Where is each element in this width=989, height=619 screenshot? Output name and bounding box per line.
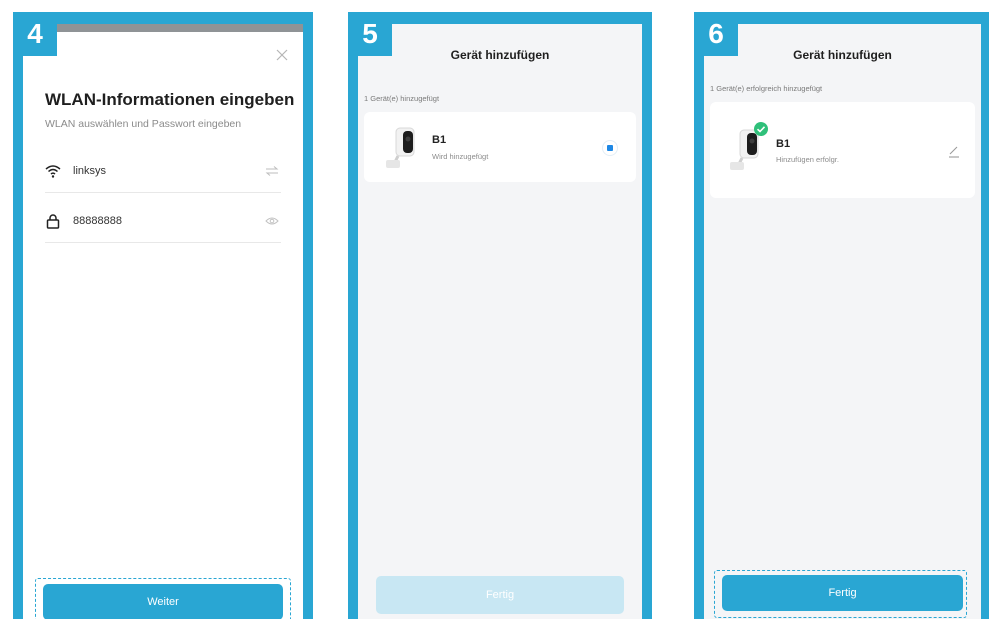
device-card: B1 Hinzufügen erfolgr. — [710, 102, 975, 198]
step-badge: 5 — [348, 12, 392, 56]
device-name: B1 — [432, 134, 447, 146]
sheet-top-bar — [23, 24, 303, 32]
device-name: B1 — [776, 138, 791, 150]
fertig-button[interactable]: Fertig — [722, 575, 963, 611]
eye-icon[interactable] — [265, 215, 279, 227]
page-title: Gerät hinzufügen — [793, 48, 892, 62]
lock-icon — [46, 214, 60, 229]
password-value: 88888888 — [73, 215, 122, 227]
loading-icon — [602, 140, 618, 156]
ssid-field[interactable]: linksys — [45, 152, 281, 193]
wifi-sheet: WLAN-Informationen eingeben WLAN auswähl… — [23, 24, 303, 619]
sheet-title: WLAN-Informationen eingeben — [45, 90, 295, 109]
password-field[interactable]: 88888888 — [45, 202, 281, 243]
device-card: B1 Wird hinzugefügt — [364, 112, 636, 182]
step-badge: 4 — [13, 12, 57, 56]
page-title: Gerät hinzufügen — [450, 48, 550, 62]
step-6-panel: 6 Gerät hinzufügen 1 Gerät(e) erfolgreic… — [694, 12, 989, 619]
device-status: Hinzufügen erfolgr. — [776, 155, 839, 164]
fertig-button-disabled[interactable]: Fertig — [376, 576, 624, 614]
edit-icon[interactable] — [947, 144, 961, 158]
device-status: Wird hinzugefügt — [432, 152, 489, 161]
camera-icon — [386, 127, 415, 168]
step-5-panel: 5 Gerät hinzufügen 1 Gerät(e) hinzugefüg… — [348, 12, 652, 619]
ssid-value: linksys — [73, 165, 107, 177]
device-count: 1 Gerät(e) hinzugefügt — [364, 94, 440, 103]
step-4-panel: 4 WLAN-Informationen eingeben WLAN auswä… — [13, 12, 313, 619]
device-count: 1 Gerät(e) erfolgreich hinzugefügt — [710, 84, 823, 93]
wifi-icon — [45, 165, 61, 178]
success-check-icon — [754, 122, 768, 136]
switch-icon[interactable] — [265, 165, 279, 177]
step-badge: 6 — [694, 12, 738, 56]
success-screen: Gerät hinzufügen 1 Gerät(e) erfolgreich … — [704, 24, 981, 619]
sheet-subtitle: WLAN auswählen und Passwort eingeben — [45, 118, 242, 130]
close-icon[interactable] — [275, 48, 289, 62]
adding-screen: Gerät hinzufügen 1 Gerät(e) hinzugefügt … — [358, 24, 642, 619]
weiter-button[interactable]: Weiter — [43, 584, 283, 619]
